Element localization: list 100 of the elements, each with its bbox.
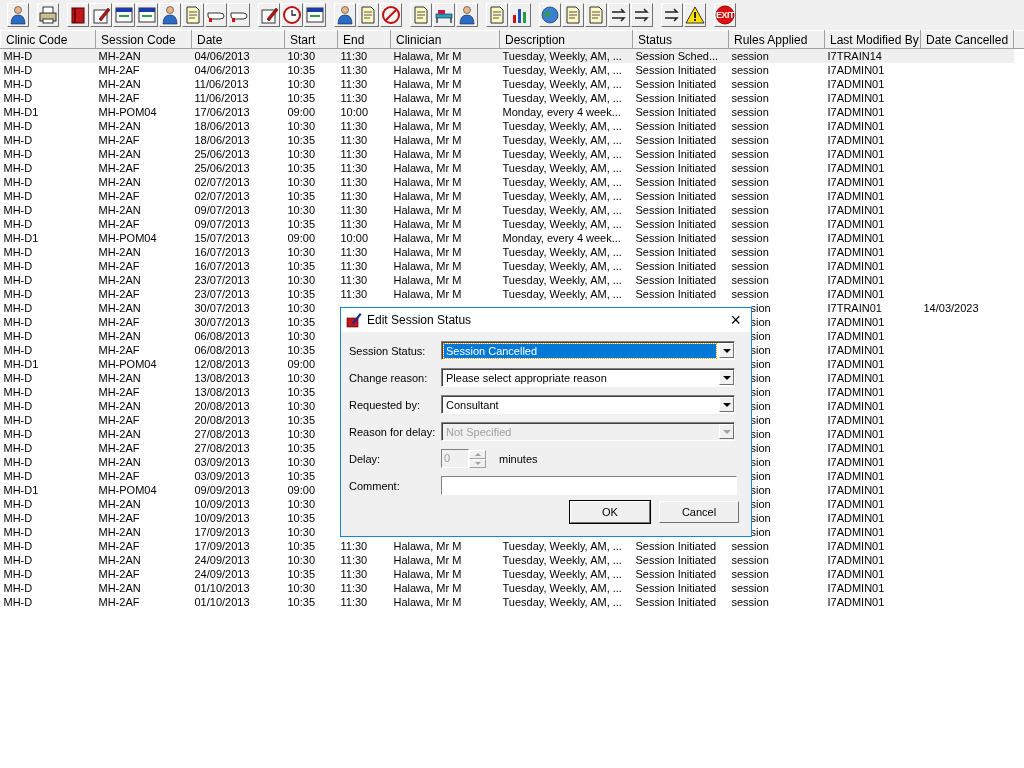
- table-cell: 10:35: [287, 288, 316, 300]
- column-header[interactable]: End: [337, 30, 391, 49]
- column-header[interactable]: Start: [284, 30, 338, 49]
- document-icon: [183, 5, 203, 25]
- table-cell: I7ADMIN01: [827, 344, 885, 356]
- ok-button[interactable]: OK: [570, 501, 650, 523]
- table-cell: MH-D: [3, 92, 33, 104]
- close-button[interactable]: ×: [724, 310, 747, 330]
- table-cell: I7ADMIN01: [827, 372, 885, 384]
- toolbar-button[interactable]: [684, 3, 706, 27]
- table-cell: 11:30: [340, 596, 368, 608]
- table-cell: I7ADMIN01: [827, 386, 885, 398]
- dialog-title: Edit Session Status: [367, 313, 473, 327]
- table-cell: I7ADMIN01: [827, 204, 885, 216]
- column-header[interactable]: Clinic Code: [0, 30, 96, 49]
- table-cell: 15/07/2013: [194, 232, 250, 244]
- column-header[interactable]: Clinician: [390, 30, 500, 49]
- toolbar-button[interactable]: [304, 3, 326, 27]
- table-cell: MH-D1: [3, 232, 39, 244]
- table-cell: 10:35: [287, 414, 316, 426]
- table-cell: Session Initiated: [635, 260, 717, 272]
- toolbar-button[interactable]: [334, 3, 356, 27]
- table-cell: MH-2AN: [98, 78, 141, 90]
- table-cell: I7ADMIN01: [827, 288, 885, 300]
- table-cell: Tuesday, Weekly, AM, ...: [502, 120, 622, 132]
- field-label: Session Status:: [349, 344, 427, 357]
- toolbar-button[interactable]: [258, 3, 280, 27]
- table-cell: Session Initiated: [635, 78, 717, 90]
- toolbar-button[interactable]: [380, 3, 402, 27]
- spin-down-button[interactable]: [469, 458, 486, 468]
- table-cell: 24/09/2013: [194, 568, 250, 580]
- toolbar-button[interactable]: EXIT: [714, 3, 736, 27]
- table-cell: 02/07/2013: [194, 176, 250, 188]
- caret-icon: [722, 429, 731, 434]
- table-cell: MH-D1: [3, 484, 39, 496]
- column-header[interactable]: Last Modified By: [824, 30, 921, 49]
- toolbar-button[interactable]: [136, 3, 158, 27]
- table-cell: Tuesday, Weekly, AM, ...: [502, 540, 622, 552]
- table-cell: Session Initiated: [635, 218, 717, 230]
- table-cell: I7ADMIN01: [827, 148, 885, 160]
- caret-icon: [722, 348, 731, 353]
- table-cell: 11:30: [340, 176, 368, 188]
- toolbar-button[interactable]: [159, 3, 181, 27]
- table-cell: 11/06/2013: [194, 92, 249, 104]
- column-header[interactable]: Description: [499, 30, 633, 49]
- toolbar-button[interactable]: [281, 3, 303, 27]
- toolbar-button[interactable]: [539, 3, 561, 27]
- table-cell: 10:35: [287, 568, 316, 580]
- table-cell: MH-D: [3, 512, 33, 524]
- dropdown-field[interactable]: Session Cancelled: [441, 341, 735, 360]
- column-header[interactable]: Session Code: [95, 30, 192, 49]
- column-header[interactable]: Date Cancelled: [920, 30, 1014, 49]
- table-cell: Tuesday, Weekly, AM, ...: [502, 218, 622, 230]
- column-header[interactable]: Rules Applied: [728, 30, 825, 49]
- window-icon: [305, 5, 325, 25]
- table-cell: Halawa, Mr M: [393, 274, 462, 286]
- toolbar-button[interactable]: [67, 3, 89, 27]
- table-cell: MH-D: [3, 246, 33, 258]
- table-cell: 25/06/2013: [194, 148, 250, 160]
- table-cell: Session Initiated: [635, 540, 717, 552]
- column-header[interactable]: Date: [191, 30, 285, 49]
- table-cell: 30/07/2013: [194, 316, 250, 328]
- table-cell: Halawa, Mr M: [393, 582, 462, 594]
- table-cell: session: [731, 540, 769, 552]
- toolbar-button[interactable]: [509, 3, 531, 27]
- table-cell: 11:30: [340, 78, 368, 90]
- toolbar-button[interactable]: [631, 3, 653, 27]
- table-cell: Session Initiated: [635, 596, 717, 608]
- table-cell: Tuesday, Weekly, AM, ...: [502, 568, 622, 580]
- spin-up-button[interactable]: [469, 449, 486, 459]
- table-cell: session: [731, 78, 769, 90]
- toolbar-button[interactable]: [90, 3, 112, 27]
- table-cell: MH-2AN: [98, 428, 141, 440]
- table-cell: Session Initiated: [635, 274, 717, 286]
- toolbar-button[interactable]: [456, 3, 478, 27]
- table-cell: MH-D: [3, 554, 33, 566]
- table-cell: 11:30: [340, 120, 368, 132]
- table-cell: session: [731, 176, 769, 188]
- dropdown-field[interactable]: Please select appropriate reason: [441, 368, 735, 387]
- table-cell: MH-2AF: [98, 344, 140, 356]
- table-cell: MH-2AN: [98, 176, 141, 188]
- toolbar-button[interactable]: [608, 3, 630, 27]
- table-cell: 10:30: [287, 302, 316, 314]
- table-cell: session: [731, 246, 769, 258]
- dropdown-field[interactable]: Consultant: [441, 395, 735, 414]
- table-cell: MH-D: [3, 162, 33, 174]
- table-cell: 11:30: [340, 64, 368, 76]
- toolbar-button[interactable]: [113, 3, 135, 27]
- cancel-button[interactable]: Cancel: [659, 501, 739, 523]
- toolbar-button[interactable]: [7, 3, 29, 27]
- table-cell: I7ADMIN01: [827, 106, 885, 118]
- table-cell: MH-D: [3, 596, 33, 608]
- table-cell: Tuesday, Weekly, AM, ...: [502, 64, 622, 76]
- toolbar-button[interactable]: [661, 3, 683, 27]
- table-cell: I7ADMIN01: [827, 484, 885, 496]
- comment-field[interactable]: [441, 476, 737, 495]
- table-cell: MH-2AN: [98, 148, 141, 160]
- table-cell: MH-2AN: [98, 246, 141, 258]
- column-header[interactable]: Status: [632, 30, 729, 49]
- table-cell: 11:30: [340, 218, 368, 230]
